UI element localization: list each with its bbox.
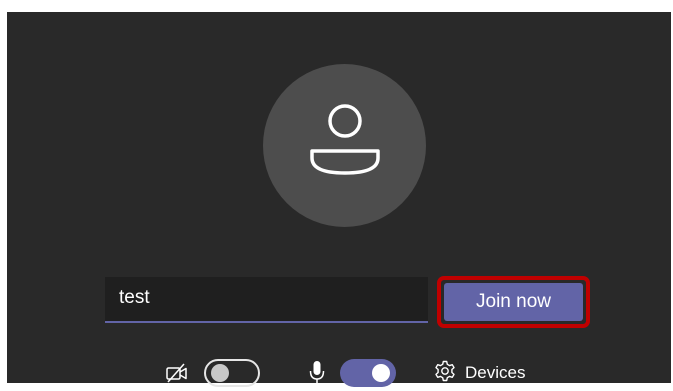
devices-label: Devices — [465, 363, 526, 382]
avatar — [263, 64, 426, 227]
devices-button[interactable]: Devices — [434, 357, 525, 389]
microphone-toggle-knob — [372, 364, 390, 382]
camera-off-icon[interactable] — [165, 362, 189, 389]
name-input[interactable] — [105, 277, 428, 323]
meeting-prejoin-screen: Join now Devices — [7, 12, 671, 387]
join-now-button[interactable]: Join now — [444, 283, 583, 321]
person-icon — [310, 104, 380, 175]
gear-icon — [434, 360, 456, 387]
camera-toggle-knob — [211, 364, 229, 382]
microphone-icon[interactable] — [309, 360, 325, 391]
